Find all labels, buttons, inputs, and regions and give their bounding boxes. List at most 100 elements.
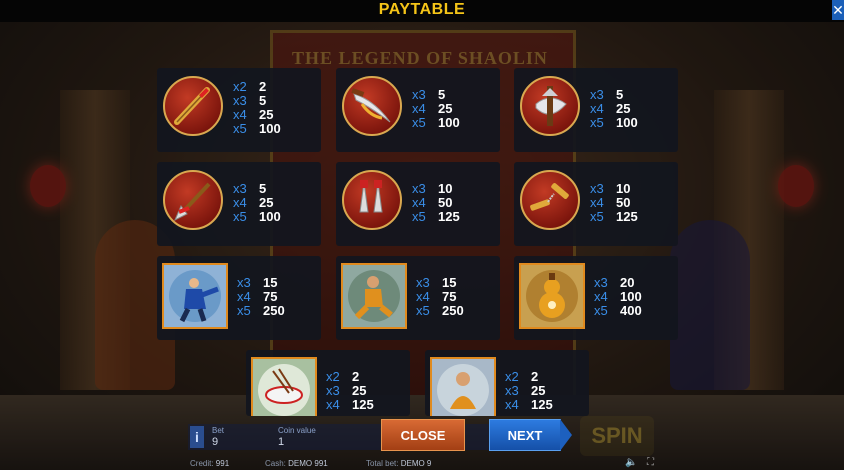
payout-value: 2 [531, 369, 539, 384]
payout-row: x4 25 [233, 108, 281, 122]
payout-value: 25 [352, 383, 367, 398]
payout-multiplier: x3 [590, 87, 604, 102]
payout-multiplier: x3 [416, 275, 430, 290]
payout-multiplier: x5 [412, 209, 426, 224]
payout-multiplier: x3 [412, 181, 426, 196]
payout-value: 5 [616, 87, 624, 102]
cash-value: DEMO 991 [288, 459, 328, 468]
spear-icon [163, 170, 223, 230]
payout-multiplier: x4 [416, 289, 430, 304]
bet-value: 9 [212, 436, 219, 448]
paytable-card-gourd: x3 20 x4 100 x5 400 [514, 256, 678, 340]
payout-multiplier: x2 [505, 369, 519, 384]
payout-value: 20 [620, 275, 635, 290]
payout-value: 50 [616, 195, 631, 210]
payout-multiplier: x2 [233, 79, 247, 94]
payout-row: x4 25 [590, 102, 638, 116]
payout-row: x2 2 [326, 370, 374, 384]
payout-row: x5 100 [233, 210, 281, 224]
payout-value: 5 [438, 87, 446, 102]
payout-multiplier: x5 [416, 303, 430, 318]
payout-value: 25 [259, 195, 274, 210]
total-bet-status: Total bet: DEMO 9 [366, 459, 431, 468]
payout-value: 15 [442, 275, 457, 290]
payout-multiplier: x4 [233, 195, 247, 210]
next-button[interactable]: NEXT [489, 419, 561, 451]
bet-controls [188, 424, 538, 450]
sound-icon[interactable]: 🔈 [625, 457, 637, 468]
payout-multiplier: x3 [233, 181, 247, 196]
bottom-control-bar: i Bet 9 Coin value 1 CLOSE NEXT SPIN Cre… [0, 416, 844, 470]
bet-label: Bet [212, 426, 225, 435]
payout-row: x2 2 [505, 370, 553, 384]
payout-row: x4 100 [594, 290, 642, 304]
payout-multiplier: x5 [233, 209, 247, 224]
paytable-title: PAYTABLE [378, 1, 466, 18]
payout-row: x4 50 [412, 196, 460, 210]
coin-value: 1 [278, 436, 285, 448]
payout-value: 125 [352, 397, 374, 412]
payout-multiplier: x3 [412, 87, 426, 102]
payout-list: x3 5 x4 25 x5 100 [233, 182, 281, 224]
payout-value: 100 [259, 121, 281, 136]
payout-row: x3 15 [237, 276, 285, 290]
payout-multiplier: x3 [237, 275, 251, 290]
payout-row: x4 25 [412, 102, 460, 116]
payout-value: 100 [259, 209, 281, 224]
payout-value: 75 [442, 289, 457, 304]
paytable-card-monk-kicking: x3 15 x4 75 x5 250 [336, 256, 500, 340]
payout-row: x5 100 [412, 116, 460, 130]
payout-row: x5 100 [590, 116, 638, 130]
payout-multiplier: x4 [590, 195, 604, 210]
credit-value: 991 [215, 459, 230, 468]
payout-multiplier: x4 [594, 289, 608, 304]
payout-value: 100 [438, 115, 460, 130]
payout-list: x2 2 x3 25 x4 125 [326, 370, 374, 412]
coin-value-label: Coin value [278, 426, 316, 435]
paytable-card-spear: x3 5 x4 25 x5 100 [157, 162, 321, 246]
close-icon[interactable]: ✕ [832, 0, 844, 20]
credit-status: Credit: 991 [190, 459, 229, 468]
payout-value: 10 [438, 181, 453, 196]
total-bet-label: Total bet: [366, 459, 399, 468]
payout-row: x5 250 [237, 304, 285, 318]
fullscreen-icon[interactable]: ⛶ [647, 457, 654, 468]
payout-multiplier: x5 [590, 209, 604, 224]
cash-status: Cash: DEMO 991 [265, 459, 328, 468]
payout-row: x5 100 [233, 122, 281, 136]
payout-multiplier: x4 [326, 397, 340, 412]
spin-button[interactable]: SPIN [580, 416, 654, 456]
payout-row: x4 125 [326, 398, 374, 412]
payout-row: x4 25 [233, 196, 281, 210]
payout-row: x3 5 [412, 88, 460, 102]
payout-multiplier: x2 [326, 369, 340, 384]
payout-row: x5 125 [590, 210, 638, 224]
paytable-card-staff: x2 2 x3 5 x4 25 x5 100 [157, 68, 321, 152]
blue-fighter-icon [162, 263, 228, 329]
payout-multiplier: x5 [237, 303, 251, 318]
payout-value: 10 [616, 181, 631, 196]
payout-value: 100 [620, 289, 642, 304]
rice-bowl-icon [251, 357, 317, 416]
next-arrow-icon [560, 419, 572, 451]
payout-value: 125 [531, 397, 553, 412]
info-button[interactable]: i [190, 426, 204, 448]
payout-value: 50 [438, 195, 453, 210]
payout-multiplier: x5 [594, 303, 608, 318]
payout-multiplier: x5 [590, 115, 604, 130]
paytable-card-nunchaku: x3 10 x4 50 x5 125 [514, 162, 678, 246]
paytable-card-meditating-monk: x2 2 x3 25 x4 125 [425, 350, 589, 416]
payout-list: x3 5 x4 25 x5 100 [590, 88, 638, 130]
paytable-card-blue-fighter: x3 15 x4 75 x5 250 [157, 256, 321, 340]
paytable-card-sword: x3 5 x4 25 x5 100 [336, 68, 500, 152]
payout-value: 100 [616, 115, 638, 130]
payout-multiplier: x4 [233, 107, 247, 122]
payout-multiplier: x5 [412, 115, 426, 130]
close-button[interactable]: CLOSE [381, 419, 465, 451]
payout-row: x4 50 [590, 196, 638, 210]
payout-row: x3 5 [590, 88, 638, 102]
payout-row: x5 400 [594, 304, 642, 318]
total-bet-value: DEMO 9 [400, 459, 432, 468]
payout-multiplier: x4 [412, 101, 426, 116]
payout-row: x3 5 [233, 182, 281, 196]
